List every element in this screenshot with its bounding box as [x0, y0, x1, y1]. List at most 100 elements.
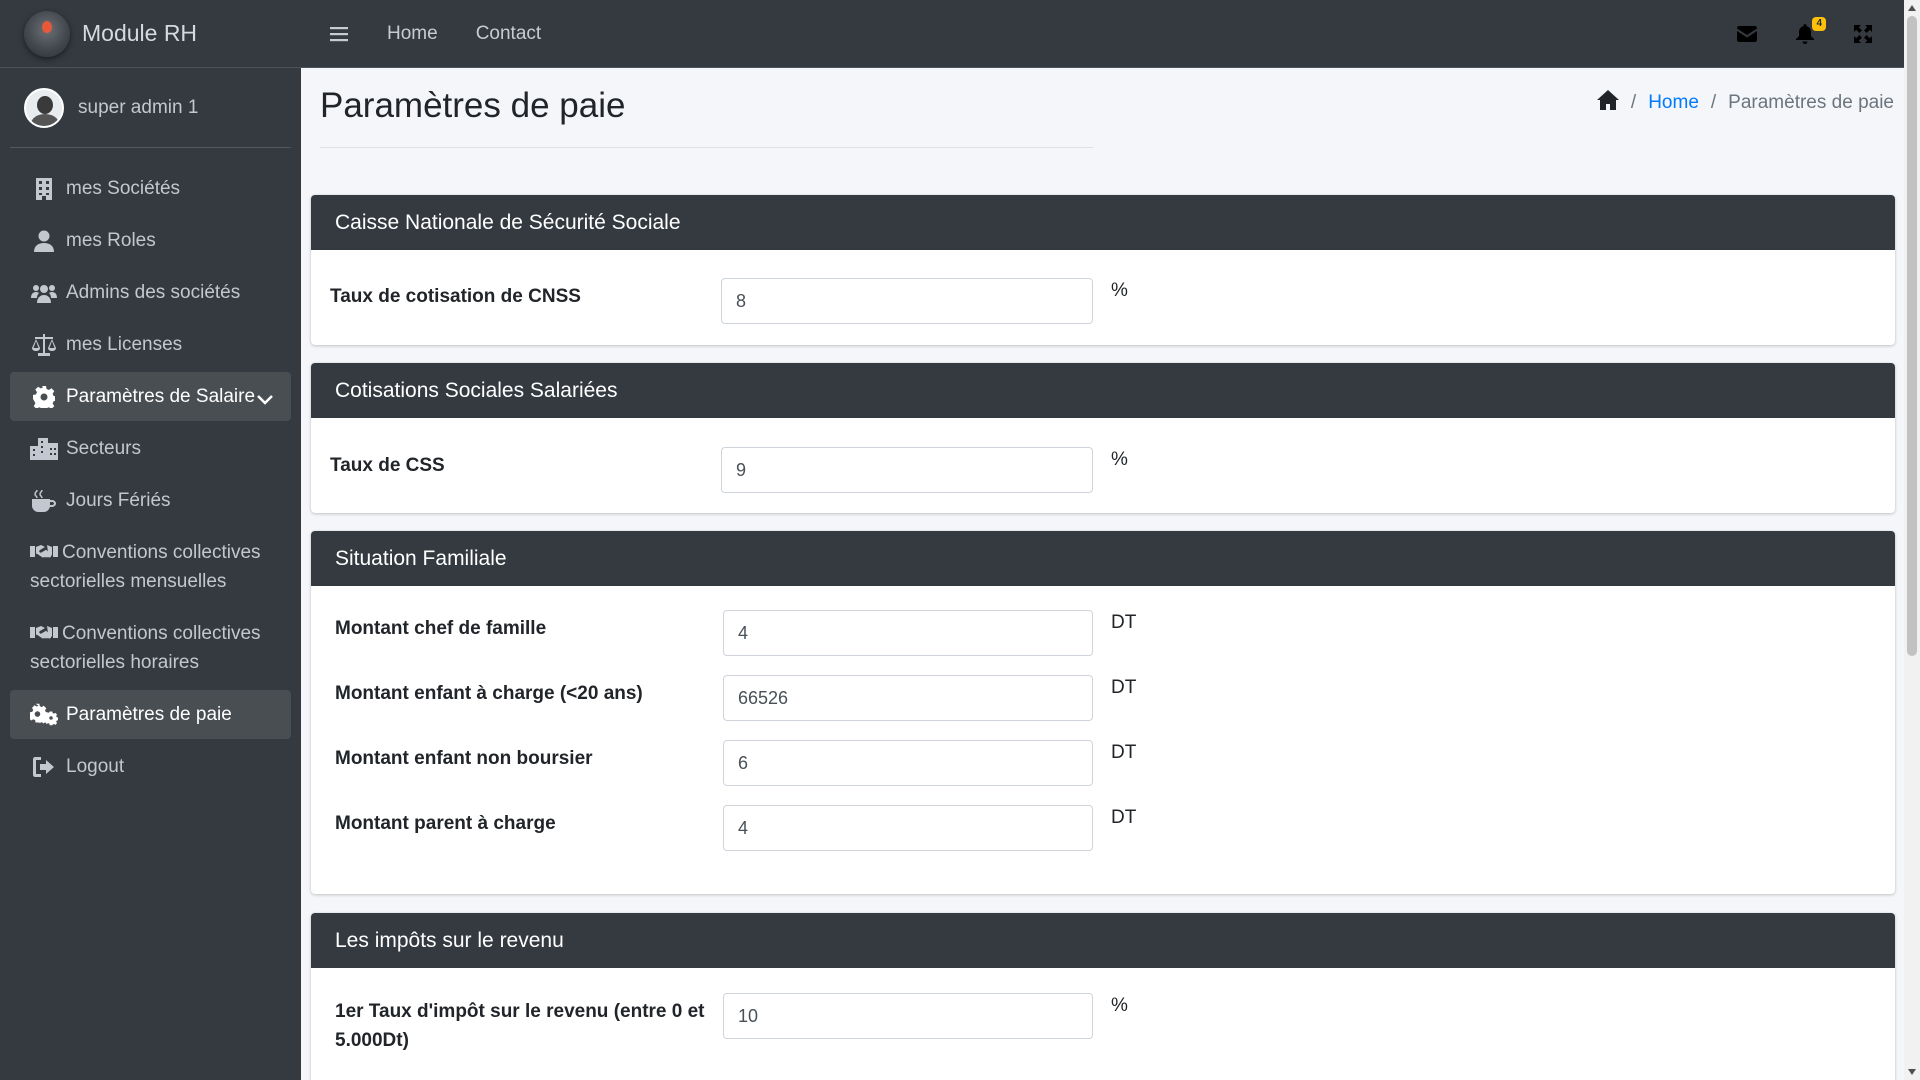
content-header: Paramètres de paie / Home / Paramètres d…	[301, 68, 1904, 194]
form-row: Taux de cotisation de CNSS %	[311, 278, 1895, 324]
card-title: Caisse Nationale de Sécurité Sociale	[311, 195, 1895, 250]
cnss-rate-input[interactable]	[721, 278, 1093, 324]
parent-charge-input[interactable]	[723, 805, 1093, 851]
balance-scale-icon	[30, 330, 58, 359]
scroll-up-icon[interactable]	[1908, 5, 1916, 11]
card-title: Situation Familiale	[311, 531, 1895, 586]
form-row: Taux de CSS %	[311, 447, 1895, 493]
card-cnss: Caisse Nationale de Sécurité Sociale Tau…	[311, 195, 1895, 345]
field-label: Taux de cotisation de CNSS	[330, 286, 581, 307]
unit-label: DT	[1111, 612, 1137, 633]
sidebar-item-label: mes Licenses	[66, 334, 183, 355]
breadcrumb-home-link[interactable]: Home	[1648, 92, 1699, 114]
card-title: Les impôts sur le revenu	[311, 913, 1895, 968]
sidebar-item-label: mes Roles	[66, 230, 156, 251]
sidebar-item-conventions-horaires[interactable]: Conventions collectives sectorielles hor…	[10, 609, 291, 687]
bell-icon[interactable]: 4	[1794, 16, 1826, 45]
nav-link-contact[interactable]: Contact	[476, 23, 541, 45]
sidebar-item-jours-feries[interactable]: Jours Fériés	[10, 476, 291, 525]
sidebar-item-label: Admins des sociétés	[66, 282, 241, 303]
card-title: Cotisations Sociales Salariées	[311, 363, 1895, 418]
sidebar-item-admins[interactable]: Admins des sociétés	[10, 268, 291, 317]
scroll-thumb[interactable]	[1907, 16, 1917, 656]
city-icon	[30, 434, 58, 463]
gears-icon	[30, 700, 58, 729]
sidebar: Module RH super admin 1 mes Sociétés mes…	[0, 0, 301, 1080]
sidebar-item-parametres-paie[interactable]: Paramètres de paie	[10, 690, 291, 739]
field-label: Montant chef de famille	[335, 618, 547, 639]
sidebar-item-roles[interactable]: mes Roles	[10, 216, 291, 265]
sidebar-item-logout[interactable]: Logout	[10, 742, 291, 791]
card-impots: Les impôts sur le revenu 1er Taux d'impô…	[311, 913, 1895, 1080]
sidebar-item-label: Conventions collectives	[62, 542, 261, 563]
envelope-icon[interactable]	[1736, 23, 1758, 45]
sidebar-item-label: Paramètres de Salaire	[66, 386, 256, 407]
enfant-non-boursier-input[interactable]	[723, 740, 1093, 786]
sidebar-item-label-line2: sectorielles horaires	[30, 652, 199, 673]
unit-label: %	[1111, 280, 1128, 301]
handshake-icon	[30, 619, 58, 648]
users-icon	[30, 278, 58, 307]
user-panel[interactable]: super admin 1	[10, 68, 291, 148]
enfant-charge-input[interactable]	[723, 675, 1093, 721]
field-label-line2: 5.000Dt)	[335, 1030, 409, 1051]
brand-logo	[24, 10, 70, 57]
handshake-icon	[30, 538, 58, 567]
chef-famille-input[interactable]	[723, 610, 1093, 656]
top-navbar: Home Contact 4	[301, 0, 1904, 68]
unit-label: DT	[1111, 677, 1137, 698]
page-scrollbar[interactable]	[1904, 0, 1920, 1080]
field-label: Montant enfant non boursier	[335, 748, 593, 769]
user-name: super admin 1	[78, 96, 199, 118]
sidebar-item-label: Secteurs	[66, 438, 141, 459]
building-icon	[30, 174, 58, 203]
coffee-icon	[30, 486, 58, 515]
card-situation-familiale: Situation Familiale Montant chef de fami…	[311, 531, 1895, 894]
avatar	[24, 87, 64, 128]
header-divider	[320, 147, 1093, 148]
form-row: Montant parent à charge DT	[311, 805, 1895, 851]
breadcrumb-separator: /	[1710, 92, 1717, 113]
sidebar-item-conventions-mensuelles[interactable]: Conventions collectives sectorielles men…	[10, 528, 291, 606]
unit-label: DT	[1111, 807, 1137, 828]
field-label: 1er Taux d'impôt sur le revenu (entre 0 …	[335, 997, 705, 1055]
sidebar-item-societes[interactable]: mes Sociétés	[10, 164, 291, 213]
sidebar-item-label: Conventions collectives	[62, 623, 261, 644]
sign-out-icon	[30, 752, 58, 781]
breadcrumb: / Home / Paramètres de paie	[1596, 90, 1894, 116]
unit-label: %	[1111, 449, 1128, 470]
home-icon[interactable]	[1596, 90, 1619, 116]
fullscreen-icon[interactable]	[1852, 23, 1874, 45]
menu-toggle-icon[interactable]	[329, 24, 349, 44]
notification-badge: 4	[1812, 16, 1826, 31]
form-row: Montant enfant à charge (<20 ans) DT	[311, 675, 1895, 721]
sidebar-item-secteurs[interactable]: Secteurs	[10, 424, 291, 473]
field-label: Taux de CSS	[330, 455, 445, 476]
css-rate-input[interactable]	[721, 447, 1093, 493]
sidebar-item-label: Paramètres de paie	[66, 704, 232, 725]
sidebar-item-label: Jours Fériés	[66, 490, 171, 511]
card-css: Cotisations Sociales Salariées Taux de C…	[311, 363, 1895, 513]
sidebar-item-label-line2: sectorielles mensuelles	[30, 571, 227, 592]
sidebar-item-label: Logout	[66, 756, 125, 777]
page-title: Paramètres de paie	[320, 86, 626, 125]
brand-link[interactable]: Module RH	[0, 0, 301, 68]
brand-title: Module RH	[82, 20, 198, 46]
sidebar-item-licenses[interactable]: mes Licenses	[10, 320, 291, 369]
user-icon	[30, 226, 58, 255]
nav-link-home[interactable]: Home	[387, 23, 438, 45]
field-label-line1: 1er Taux d'impôt sur le revenu (entre 0 …	[335, 1001, 705, 1022]
form-row: 1er Taux d'impôt sur le revenu (entre 0 …	[311, 993, 1895, 1051]
gear-icon	[30, 382, 58, 411]
field-label: Montant parent à charge	[335, 813, 556, 834]
breadcrumb-current: Paramètres de paie	[1728, 92, 1894, 113]
sidebar-item-label: mes Sociétés	[66, 178, 181, 199]
form-row: Montant enfant non boursier DT	[311, 740, 1895, 786]
impot-taux1-input[interactable]	[723, 993, 1093, 1039]
content-wrapper: Paramètres de paie / Home / Paramètres d…	[301, 68, 1904, 1080]
unit-label: DT	[1111, 742, 1137, 763]
unit-label: %	[1111, 995, 1128, 1016]
scroll-down-icon[interactable]	[1908, 1069, 1916, 1075]
form-row: Montant chef de famille DT	[311, 610, 1895, 656]
sidebar-item-parametres-salaire[interactable]: Paramètres de Salaire	[10, 372, 291, 421]
